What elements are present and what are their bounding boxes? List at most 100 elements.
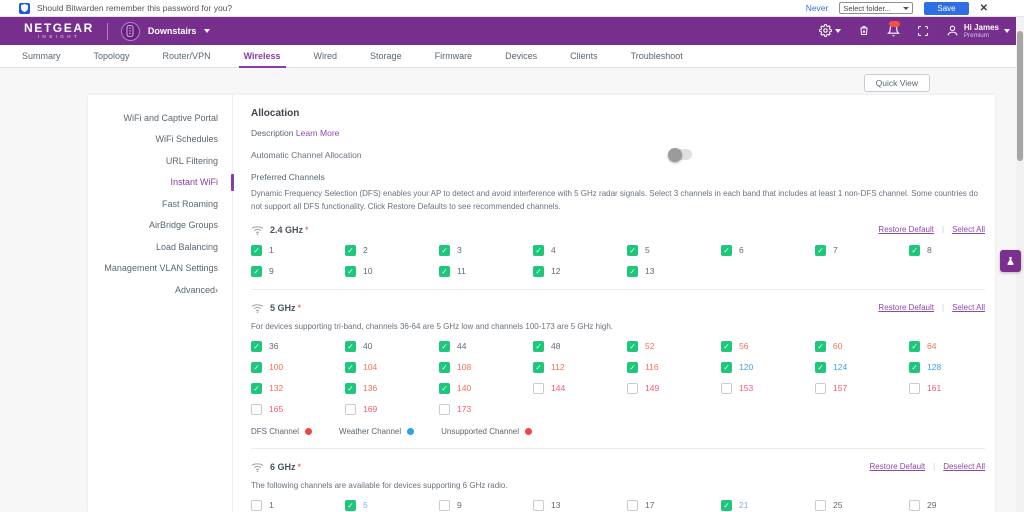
bitwarden-never-button[interactable]: Never (806, 3, 829, 13)
checkbox-unchecked[interactable] (815, 383, 826, 394)
channel-2-4ghz-1[interactable]: ✓1 (251, 245, 345, 256)
channel-5ghz-157[interactable]: 157 (815, 383, 909, 394)
checkbox-checked[interactable]: ✓ (533, 341, 544, 352)
channel-5ghz-48[interactable]: ✓48 (533, 341, 627, 352)
channel-5ghz-60[interactable]: ✓60 (815, 341, 909, 352)
channel-2-4ghz-13[interactable]: ✓13 (627, 266, 721, 277)
channel-5ghz-120[interactable]: ✓120 (721, 362, 815, 373)
learn-more-link[interactable]: Learn More (296, 128, 339, 138)
store-button[interactable] (858, 24, 870, 37)
notifications-button[interactable] (887, 24, 900, 37)
channel-6ghz-5[interactable]: ✓5 (345, 500, 439, 511)
checkbox-checked[interactable]: ✓ (533, 266, 544, 277)
checkbox-checked[interactable]: ✓ (627, 245, 638, 256)
checkbox-checked[interactable]: ✓ (439, 245, 450, 256)
checkbox-checked[interactable]: ✓ (251, 245, 262, 256)
sidebar-item-fast-roaming[interactable]: Fast Roaming (88, 193, 232, 215)
sidebar-item-load-balancing[interactable]: Load Balancing (88, 236, 232, 258)
tab-firmware[interactable]: Firmware (435, 45, 473, 67)
channel-2-4ghz-2[interactable]: ✓2 (345, 245, 439, 256)
select-all-link[interactable]: Select All (952, 303, 985, 312)
checkbox-unchecked[interactable] (533, 383, 544, 394)
tab-router-vpn[interactable]: Router/VPN (163, 45, 211, 67)
channel-5ghz-140[interactable]: ✓140 (439, 383, 533, 394)
checkbox-checked[interactable]: ✓ (909, 341, 920, 352)
channel-2-4ghz-7[interactable]: ✓7 (815, 245, 909, 256)
channel-2-4ghz-9[interactable]: ✓9 (251, 266, 345, 277)
checkbox-checked[interactable]: ✓ (815, 341, 826, 352)
checkbox-checked[interactable]: ✓ (345, 362, 356, 373)
channel-6ghz-13[interactable]: 13 (533, 500, 627, 511)
checkbox-checked[interactable]: ✓ (439, 383, 450, 394)
sidebar-item-instant-wifi[interactable]: Instant WiFi (88, 172, 232, 194)
checkbox-unchecked[interactable] (627, 500, 638, 511)
tab-troubleshoot[interactable]: Troubleshoot (631, 45, 683, 67)
channel-5ghz-112[interactable]: ✓112 (533, 362, 627, 373)
channel-5ghz-136[interactable]: ✓136 (345, 383, 439, 394)
scrollbar-thumb[interactable] (1017, 31, 1023, 161)
channel-6ghz-17[interactable]: 17 (627, 500, 721, 511)
quick-view-button[interactable]: Quick View (864, 74, 930, 92)
channel-5ghz-100[interactable]: ✓100 (251, 362, 345, 373)
tab-clients[interactable]: Clients (570, 45, 598, 67)
channel-5ghz-169[interactable]: 169 (345, 404, 439, 415)
checkbox-checked[interactable]: ✓ (439, 266, 450, 277)
checkbox-checked[interactable]: ✓ (627, 362, 638, 373)
channel-5ghz-144[interactable]: 144 (533, 383, 627, 394)
channel-2-4ghz-11[interactable]: ✓11 (439, 266, 533, 277)
channel-5ghz-52[interactable]: ✓52 (627, 341, 721, 352)
checkbox-checked[interactable]: ✓ (627, 266, 638, 277)
channel-6ghz-1[interactable]: 1 (251, 500, 345, 511)
channel-2-4ghz-5[interactable]: ✓5 (627, 245, 721, 256)
channel-5ghz-40[interactable]: ✓40 (345, 341, 439, 352)
checkbox-checked[interactable]: ✓ (721, 362, 732, 373)
checkbox-checked[interactable]: ✓ (721, 245, 732, 256)
fullscreen-button[interactable] (917, 25, 929, 37)
checkbox-unchecked[interactable] (815, 500, 826, 511)
checkbox-checked[interactable]: ✓ (345, 383, 356, 394)
sidebar-item-wifi-and-captive-portal[interactable]: WiFi and Captive Portal (88, 107, 232, 129)
location-selector[interactable]: Downstairs (121, 22, 211, 41)
checkbox-checked[interactable]: ✓ (345, 266, 356, 277)
channel-5ghz-153[interactable]: 153 (721, 383, 815, 394)
tab-storage[interactable]: Storage (370, 45, 402, 67)
checkbox-checked[interactable]: ✓ (439, 362, 450, 373)
channel-2-4ghz-3[interactable]: ✓3 (439, 245, 533, 256)
checkbox-unchecked[interactable] (251, 404, 262, 415)
channel-5ghz-173[interactable]: 173 (439, 404, 533, 415)
sidebar-item-advanced[interactable]: Advanced › (88, 279, 232, 301)
channel-5ghz-116[interactable]: ✓116 (627, 362, 721, 373)
auto-allocation-toggle[interactable] (669, 149, 692, 160)
user-menu[interactable]: Hi James Premium (946, 23, 1010, 39)
checkbox-unchecked[interactable] (627, 383, 638, 394)
checkbox-checked[interactable]: ✓ (815, 245, 826, 256)
checkbox-checked[interactable]: ✓ (345, 341, 356, 352)
channel-5ghz-132[interactable]: ✓132 (251, 383, 345, 394)
checkbox-checked[interactable]: ✓ (533, 245, 544, 256)
restore-default-link[interactable]: Restore Default (878, 303, 934, 312)
sidebar-item-management-vlan-settings[interactable]: Management VLAN Settings (88, 258, 232, 280)
settings-menu-button[interactable] (819, 24, 841, 37)
checkbox-unchecked[interactable] (439, 500, 450, 511)
checkbox-checked[interactable]: ✓ (533, 362, 544, 373)
channel-5ghz-149[interactable]: 149 (627, 383, 721, 394)
checkbox-checked[interactable]: ✓ (721, 500, 732, 511)
channel-5ghz-108[interactable]: ✓108 (439, 362, 533, 373)
channel-2-4ghz-4[interactable]: ✓4 (533, 245, 627, 256)
bitwarden-save-button[interactable]: Save (924, 2, 968, 15)
tab-wired[interactable]: Wired (314, 45, 338, 67)
sidebar-item-url-filtering[interactable]: URL Filtering (88, 150, 232, 172)
checkbox-unchecked[interactable] (439, 404, 450, 415)
checkbox-unchecked[interactable] (251, 500, 262, 511)
channel-5ghz-44[interactable]: ✓44 (439, 341, 533, 352)
tab-summary[interactable]: Summary (22, 45, 61, 67)
sidebar-item-airbridge-groups[interactable]: AirBridge Groups (88, 215, 232, 237)
checkbox-checked[interactable]: ✓ (627, 341, 638, 352)
checkbox-checked[interactable]: ✓ (251, 341, 262, 352)
close-icon[interactable]: ✕ (980, 3, 988, 14)
checkbox-unchecked[interactable] (533, 500, 544, 511)
channel-5ghz-165[interactable]: 165 (251, 404, 345, 415)
tab-devices[interactable]: Devices (505, 45, 537, 67)
channel-2-4ghz-12[interactable]: ✓12 (533, 266, 627, 277)
checkbox-checked[interactable]: ✓ (345, 500, 356, 511)
